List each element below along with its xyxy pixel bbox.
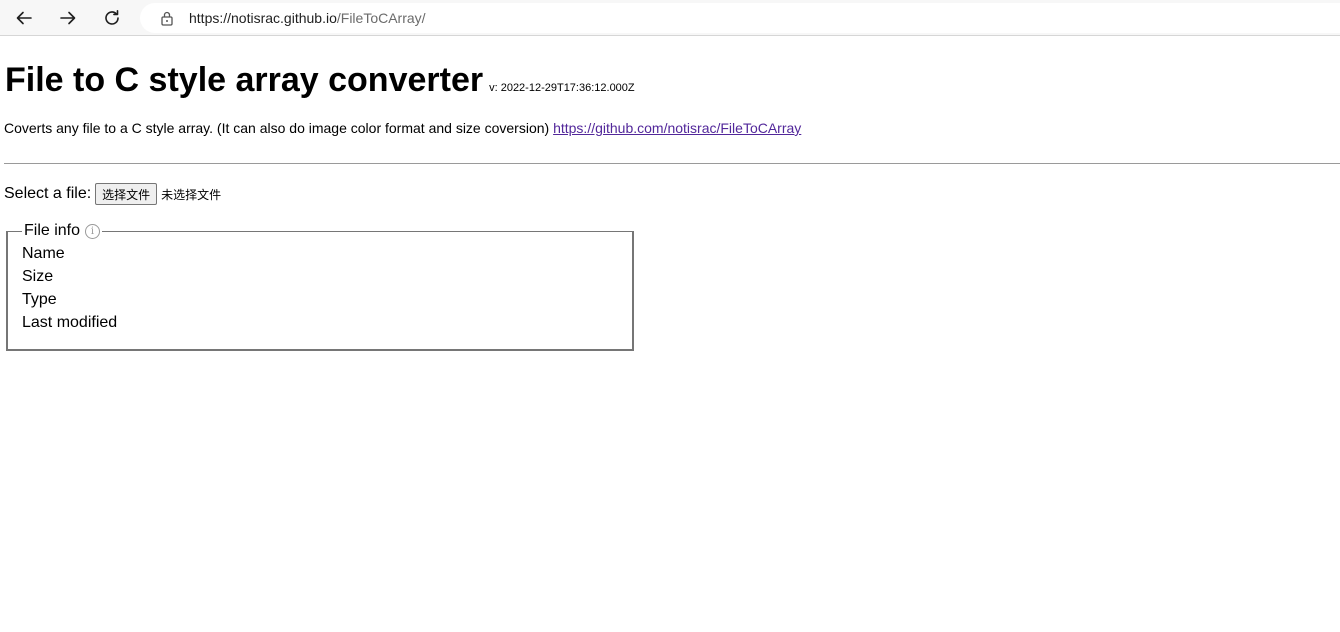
info-icon[interactable]: i (85, 223, 101, 239)
file-select-label: Select a file: (4, 185, 92, 202)
page-title: File to C style array converter (5, 61, 484, 99)
back-arrow-icon[interactable] (10, 4, 38, 32)
url-host: https://notisrac.github.io (189, 10, 337, 26)
version-label: v: 2022-12-29T17:36:12.000Z (489, 82, 635, 94)
file-status: 未选择文件 (161, 187, 222, 202)
file-info-size: Size (22, 268, 54, 285)
title-row: File to C style array converter v: 2022-1… (5, 61, 635, 100)
file-info-panel: File info i Name Size Type Last modified (6, 222, 634, 351)
file-info-name: Name (22, 245, 65, 262)
file-info-title: File info (24, 222, 81, 239)
forward-arrow-icon[interactable] (54, 4, 82, 32)
file-select-row: Select a file: 选择文件 未选择文件 (4, 183, 221, 205)
description-text: Coverts any file to a C style array. (It… (4, 120, 550, 136)
file-info-legend: File info i (22, 222, 102, 240)
url-text[interactable]: https://notisrac.github.io/FileToCArray/ (189, 10, 426, 26)
repo-link[interactable]: https://github.com/notisrac/FileToCArray (553, 120, 801, 136)
file-info-list: Name Size Type Last modified (22, 242, 618, 334)
divider (4, 163, 1340, 164)
browser-toolbar: https://notisrac.github.io/FileToCArray/ (0, 0, 1340, 36)
file-info-type: Type (22, 291, 57, 308)
address-bar[interactable]: https://notisrac.github.io/FileToCArray/ (140, 3, 1340, 33)
page-content: File to C style array converter v: 2022-1… (0, 37, 1340, 632)
lock-icon[interactable] (159, 10, 175, 26)
description: Coverts any file to a C style array. (It… (4, 120, 801, 136)
file-info-last-modified: Last modified (22, 314, 118, 331)
choose-file-button[interactable]: 选择文件 (95, 183, 158, 205)
reload-icon[interactable] (98, 4, 126, 32)
url-path: /FileToCArray/ (336, 10, 426, 26)
